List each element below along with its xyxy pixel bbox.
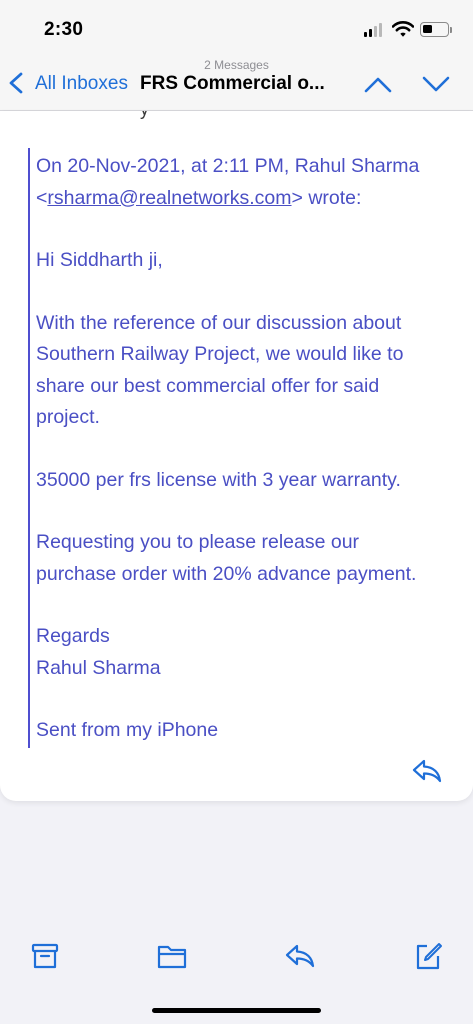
previous-text-peek: y — [140, 111, 149, 120]
request-line: purchase order with 20% advance payment. — [36, 562, 417, 585]
message-count: 2 Messages — [204, 58, 269, 72]
greeting: Hi Siddharth ji, — [36, 249, 163, 271]
status-time: 2:30 — [44, 19, 84, 40]
compose-icon[interactable] — [413, 941, 443, 971]
message-card: y On 20-Nov-2021, at 2:11 PM, Rahul Shar… — [0, 111, 473, 801]
reply-icon[interactable] — [411, 758, 443, 784]
chevron-up-icon[interactable] — [363, 74, 393, 94]
battery-cap — [450, 27, 452, 33]
status-bar: 2:30 — [0, 0, 473, 58]
sender-email-link[interactable]: rsharma@realnetworks.com — [47, 187, 291, 209]
nav-header: 2 Messages All Inboxes FRS Commercial o.… — [0, 58, 473, 111]
wifi-icon — [392, 21, 414, 37]
back-button[interactable]: All Inboxes — [35, 73, 128, 95]
quote-header: On 20-Nov-2021, at 2:11 PM, Rahul Sharma — [36, 155, 420, 177]
request-line: Requesting you to please release our — [36, 531, 360, 553]
signoff: Regards — [36, 625, 110, 647]
body-line: share our best commercial offer for said — [36, 374, 380, 397]
quote-bar — [28, 148, 30, 748]
sent-from: Sent from my iPhone — [36, 719, 219, 741]
offer-line: 35000 per frs license with 3 year warran… — [36, 468, 401, 491]
battery-icon — [420, 22, 449, 37]
reply-icon[interactable] — [284, 941, 316, 971]
folder-icon[interactable] — [156, 941, 188, 971]
chevron-left-icon[interactable] — [8, 72, 24, 94]
archive-icon[interactable] — [30, 941, 60, 971]
thread-title: FRS Commercial o... — [140, 73, 325, 94]
body-line: project. — [36, 406, 100, 428]
quoted-message: On 20-Nov-2021, at 2:11 PM, Rahul Sharma… — [36, 151, 466, 747]
chevron-down-icon[interactable] — [421, 74, 451, 94]
signature: Rahul Sharma — [36, 656, 161, 679]
mail-screen: 2:30 2 Messages All Inboxes FRS Commerci… — [0, 0, 473, 1024]
body-line: Southern Railway Project, we would like … — [36, 343, 404, 365]
quote-header-email-line: <rsharma@realnetworks.com> wrote: — [36, 186, 362, 209]
home-indicator[interactable] — [152, 1008, 321, 1013]
body-line: With the reference of our discussion abo… — [36, 311, 402, 334]
cellular-signal-icon — [364, 23, 384, 37]
